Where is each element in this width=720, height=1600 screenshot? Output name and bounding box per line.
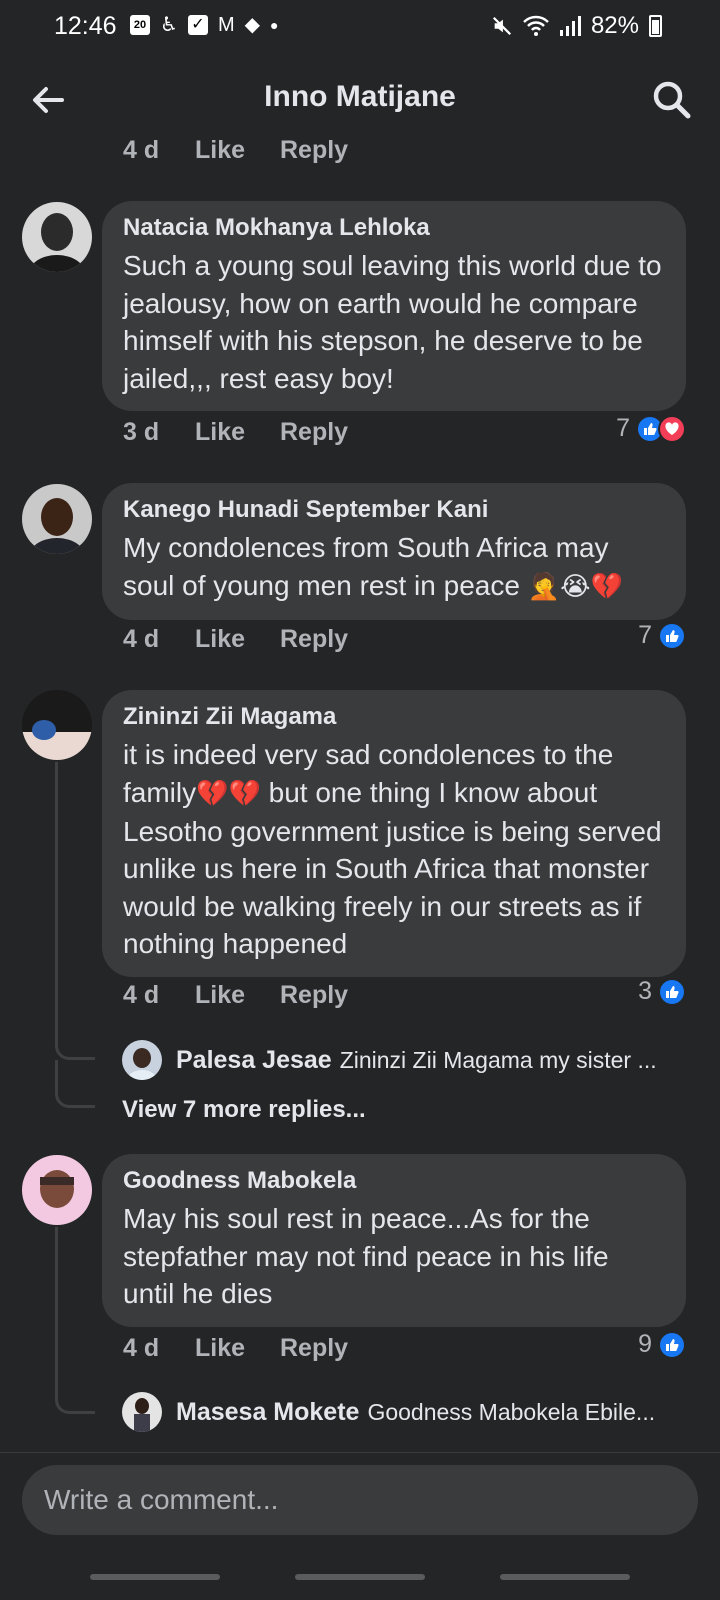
check-icon: ✓: [187, 15, 208, 35]
comment-author[interactable]: Goodness Mabokela: [123, 1166, 666, 1196]
comment-actions: 4 d Like Reply: [123, 981, 348, 1010]
comment-actions: 4 d Like Reply: [123, 1334, 348, 1363]
wifi-icon: [523, 15, 549, 36]
comment-author[interactable]: Kanego Hunadi September Kani: [123, 495, 666, 525]
comment-time: 4 d: [123, 1334, 160, 1362]
facepalm-emoji: 🤦: [527, 571, 561, 602]
avatar[interactable]: [122, 1392, 162, 1432]
thread-branch: [55, 1390, 95, 1414]
comment-bubble[interactable]: Zininzi Zii Magama it is indeed very sad…: [102, 690, 686, 977]
broken-heart-emoji: 💔: [196, 778, 229, 809]
broken-heart-emoji: 💔: [590, 571, 623, 602]
dot-icon: ●: [270, 17, 279, 33]
comment-bubble[interactable]: Kanego Hunadi September Kani My condolen…: [102, 483, 686, 620]
thread-line: [55, 1227, 58, 1397]
comment-bubble[interactable]: Goodness Mabokela May his soul rest in p…: [102, 1154, 686, 1327]
comment-input[interactable]: [22, 1465, 698, 1535]
comment-time: 4 d: [123, 136, 160, 164]
reply-button[interactable]: Reply: [280, 418, 348, 447]
reaction-count: 3: [638, 977, 652, 1005]
reaction-summary[interactable]: 9: [638, 1330, 686, 1359]
reply-preview[interactable]: Palesa Jesae Zininzi Zii Magama my siste…: [122, 1040, 657, 1080]
broken-heart-emoji: 💔: [228, 778, 261, 809]
like-button[interactable]: Like: [195, 418, 280, 447]
reply-text: Goodness Mabokela Ebile...: [367, 1398, 656, 1425]
comment-text: it is indeed very sad condolences to the…: [123, 736, 666, 963]
notification-icons: 20 ♿ ✓ M ◆ ●: [130, 13, 278, 37]
nav-back[interactable]: [500, 1574, 630, 1580]
reply-author[interactable]: Masesa Mokete: [176, 1398, 359, 1427]
reaction-count: 9: [638, 1330, 652, 1358]
accessibility-icon: ♿: [160, 14, 178, 36]
reply-preview[interactable]: Masesa Mokete Goodness Mabokela Ebile...: [122, 1392, 655, 1432]
comment-bubble[interactable]: Natacia Mokhanya Lehloka Such a young so…: [102, 201, 686, 411]
mute-icon: [492, 16, 512, 36]
like-icon: [658, 977, 686, 1006]
thread-branch: [55, 1060, 95, 1108]
love-icon: [658, 414, 686, 443]
comment-time: 3 d: [123, 418, 160, 446]
gmail-icon: M: [217, 14, 235, 36]
diamond-icon: ◆: [244, 14, 260, 36]
status-time: 12:46: [54, 12, 117, 40]
top-bar: Inno Matijane: [0, 60, 720, 140]
like-button[interactable]: Like: [195, 1334, 280, 1363]
thread-branch: [55, 1040, 95, 1060]
battery-percent: 82%: [590, 12, 639, 39]
reply-text: Zininzi Zii Magama my sister ...: [339, 1046, 657, 1073]
status-bar: 12:46 20 ♿ ✓ M ◆ ● 82%: [0, 0, 720, 52]
system-icons: 82%: [491, 12, 662, 40]
reply-button[interactable]: Reply: [280, 136, 348, 165]
avatar[interactable]: [22, 1155, 92, 1225]
comment-text: My condolences from South Africa may sou…: [123, 529, 666, 606]
battery-icon: [649, 15, 662, 37]
comment-author[interactable]: Zininzi Zii Magama: [123, 702, 666, 732]
like-button[interactable]: Like: [195, 136, 280, 165]
avatar[interactable]: [22, 202, 92, 272]
calendar-icon: 20: [130, 15, 150, 35]
thread-line: [55, 762, 58, 1047]
comment-text: May his soul rest in peace...As for the …: [123, 1203, 609, 1309]
page-title: Inno Matijane: [264, 80, 456, 113]
crying-emoji: 😭: [560, 571, 591, 602]
comment-text: Such a young soul leaving this world due…: [123, 250, 662, 394]
nav-home[interactable]: [295, 1574, 425, 1580]
view-more-replies-link[interactable]: View 7 more replies...: [122, 1096, 366, 1124]
comment-composer: [0, 1452, 720, 1600]
like-icon: [658, 1330, 686, 1359]
reaction-summary[interactable]: 7: [616, 414, 686, 443]
reply-button[interactable]: Reply: [280, 981, 348, 1010]
like-icon: [658, 621, 686, 650]
comment-actions: 4 d Like Reply: [123, 136, 348, 165]
comment-author[interactable]: Natacia Mokhanya Lehloka: [123, 213, 666, 243]
reaction-summary[interactable]: 7: [638, 621, 686, 650]
like-button[interactable]: Like: [195, 981, 280, 1010]
reply-button[interactable]: Reply: [280, 1334, 348, 1363]
avatar[interactable]: [122, 1040, 162, 1080]
nav-recent-apps[interactable]: [90, 1574, 220, 1580]
reply-button[interactable]: Reply: [280, 625, 348, 654]
reaction-count: 7: [638, 621, 652, 649]
reaction-summary[interactable]: 3: [638, 977, 686, 1006]
like-button[interactable]: Like: [195, 625, 280, 654]
reaction-count: 7: [616, 414, 630, 442]
search-icon[interactable]: [650, 78, 694, 122]
avatar[interactable]: [22, 690, 92, 760]
reply-author[interactable]: Palesa Jesae: [176, 1046, 332, 1075]
comment-time: 4 d: [123, 625, 160, 653]
signal-icon: [559, 16, 581, 36]
comment-actions: 4 d Like Reply: [123, 625, 348, 654]
comment-actions: 3 d Like Reply: [123, 418, 348, 447]
system-nav-bar: [0, 1560, 720, 1600]
avatar[interactable]: [22, 484, 92, 554]
comment-time: 4 d: [123, 981, 160, 1009]
